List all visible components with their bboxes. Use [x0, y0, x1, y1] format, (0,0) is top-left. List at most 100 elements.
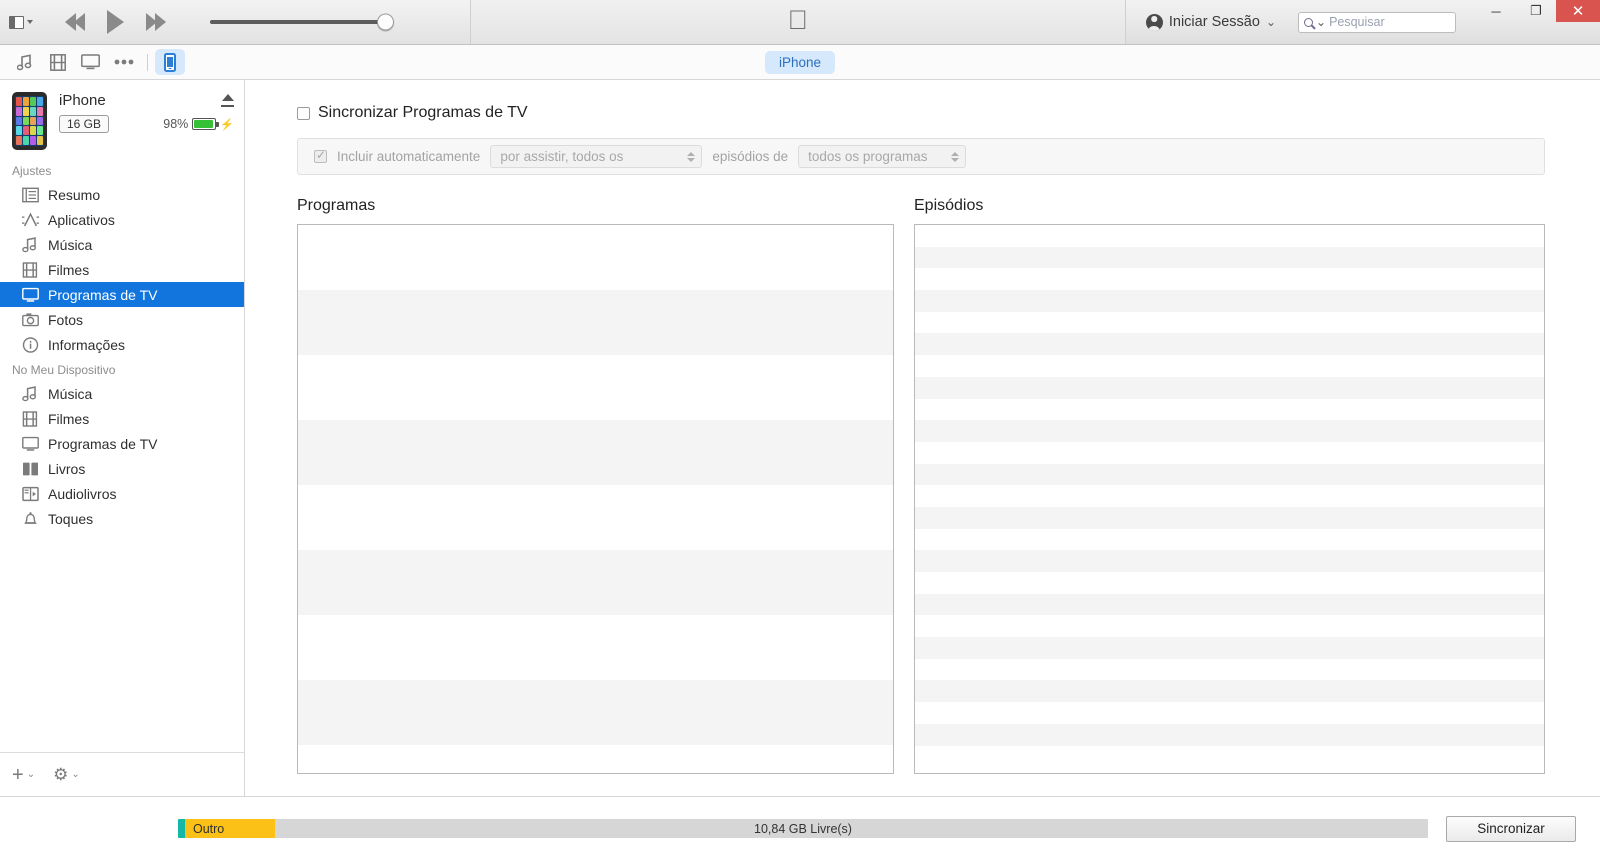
eject-icon[interactable] [221, 94, 234, 107]
chevron-down-icon [27, 20, 33, 24]
list-item[interactable] [298, 290, 893, 355]
list-item[interactable] [915, 268, 1544, 290]
minimize-button[interactable]: ─ [1476, 0, 1516, 22]
list-item[interactable] [915, 376, 1544, 399]
list-item[interactable] [298, 680, 893, 745]
bell-icon [22, 511, 39, 527]
list-item[interactable] [915, 659, 1544, 681]
list-item[interactable] [298, 355, 893, 420]
signin-button[interactable]: Iniciar Sessão ⌄ [1145, 13, 1276, 31]
auto-include-count-value: por assistir, todos os [500, 149, 624, 164]
tv-icon [22, 436, 39, 452]
search-input[interactable]: ⌄ Pesquisar [1298, 11, 1456, 33]
sidebar-sections: Ajustes Resumo Aplicativos Música Filmes… [0, 158, 244, 531]
list-item[interactable] [915, 225, 1544, 247]
list-item[interactable] [915, 615, 1544, 637]
search-scope-chevron-icon[interactable]: ⌄ [1316, 15, 1326, 29]
tv-icon [22, 287, 39, 303]
list-item[interactable] [915, 399, 1544, 421]
list-item[interactable] [298, 225, 893, 290]
sync-tv-shows-row[interactable]: Sincronizar Programas de TV [297, 104, 1545, 122]
device-header[interactable]: iPhone 16 GB 98% ⚡ [0, 80, 244, 158]
music-icon [22, 236, 39, 253]
episodes-list[interactable] [914, 224, 1545, 774]
list-item[interactable] [915, 746, 1544, 768]
list-item[interactable] [298, 485, 893, 550]
fast-forward-button[interactable] [146, 13, 166, 31]
list-item[interactable] [915, 637, 1544, 659]
sidebar-item-filmes[interactable]: Filmes [0, 406, 244, 431]
list-item[interactable] [915, 442, 1544, 464]
list-item[interactable] [915, 333, 1544, 356]
list-item[interactable] [915, 550, 1544, 572]
list-item[interactable] [298, 420, 893, 485]
list-item[interactable] [915, 723, 1544, 746]
bottom-bar: Outro 10,84 GB Livre(s) Sincronizar [0, 796, 1600, 860]
sync-tv-shows-checkbox[interactable] [297, 106, 310, 120]
list-item[interactable] [915, 312, 1544, 334]
sidebar-item-fotos[interactable]: Fotos [0, 307, 244, 332]
sidebar-item-label: Informações [48, 336, 126, 353]
list-item[interactable] [298, 615, 893, 680]
shows-list[interactable] [297, 224, 894, 774]
sidebar-section-label: No Meu Dispositivo [12, 363, 116, 377]
device-button[interactable] [155, 49, 185, 75]
plus-icon: + [12, 763, 24, 786]
play-button[interactable] [107, 10, 124, 34]
volume-slider[interactable] [210, 13, 394, 31]
device-tab[interactable]: iPhone [764, 50, 836, 74]
info-icon [22, 336, 39, 353]
add-button[interactable]: + ⌄ [12, 765, 35, 785]
sidebar-item-aplicativos[interactable]: Aplicativos [0, 207, 244, 232]
sidebar-item-m-sica[interactable]: Música [0, 232, 244, 257]
auto-include-checkbox[interactable] [314, 148, 327, 163]
auto-include-count-select[interactable]: por assistir, todos os [490, 145, 703, 168]
list-item[interactable] [915, 355, 1544, 377]
list-item[interactable] [915, 593, 1544, 616]
settings-button[interactable]: ⚙ ⌄ [53, 766, 80, 783]
nav-tv-button[interactable] [74, 49, 107, 76]
list-item[interactable] [915, 246, 1544, 269]
close-button[interactable]: ✕ [1556, 0, 1600, 22]
sidebar-item-filmes[interactable]: Filmes [0, 257, 244, 282]
music-icon [17, 53, 32, 70]
window-controls: ─ ❐ ✕ [1476, 0, 1600, 44]
sidebar-toggle-button[interactable] [9, 15, 33, 29]
rewind-button[interactable] [65, 13, 85, 31]
device-name: iPhone [59, 92, 106, 109]
gear-icon: ⚙ [53, 765, 69, 784]
list-item[interactable] [915, 290, 1544, 312]
sidebar-item-livros[interactable]: Livros [0, 456, 244, 481]
sidebar-item-resumo[interactable]: Resumo [0, 182, 244, 207]
list-item[interactable] [298, 550, 893, 615]
sidebar-toggle-icon [9, 15, 24, 29]
auto-include-middle-label: episódios de [712, 149, 789, 164]
list-item[interactable] [915, 680, 1544, 703]
list-item[interactable] [915, 420, 1544, 442]
sidebar-item-programas-de-tv[interactable]: Programas de TV [0, 282, 244, 307]
list-item[interactable] [915, 463, 1544, 486]
sidebar-item-informa-es[interactable]: Informações [0, 332, 244, 357]
list-item[interactable] [915, 702, 1544, 724]
sidebar-item-label: Música [48, 236, 93, 253]
list-item[interactable] [915, 572, 1544, 594]
sidebar-item-label: Livros [48, 460, 86, 477]
auto-include-shows-select[interactable]: todos os programas [798, 145, 967, 168]
nav-movies-button[interactable] [41, 49, 74, 76]
list-item[interactable] [915, 485, 1544, 507]
search-placeholder: Pesquisar [1329, 15, 1385, 29]
sidebar-item-programas-de-tv[interactable]: Programas de TV [0, 431, 244, 456]
play-icon [107, 10, 124, 34]
list-item[interactable] [915, 506, 1544, 529]
maximize-button[interactable]: ❐ [1516, 0, 1556, 22]
list-item[interactable] [298, 745, 893, 773]
nav-music-button[interactable] [8, 49, 41, 76]
sidebar-item-toques[interactable]: Toques [0, 506, 244, 531]
sidebar-item-audiolivros[interactable]: Audiolivros [0, 481, 244, 506]
sidebar: iPhone 16 GB 98% ⚡ Ajustes Resumo Aplica… [0, 80, 245, 796]
nav-more-button[interactable] [107, 49, 140, 76]
sync-button[interactable]: Sincronizar [1446, 815, 1576, 842]
sidebar-item-m-sica[interactable]: Música [0, 381, 244, 406]
list-item[interactable] [915, 529, 1544, 551]
volume-knob[interactable] [377, 13, 394, 31]
